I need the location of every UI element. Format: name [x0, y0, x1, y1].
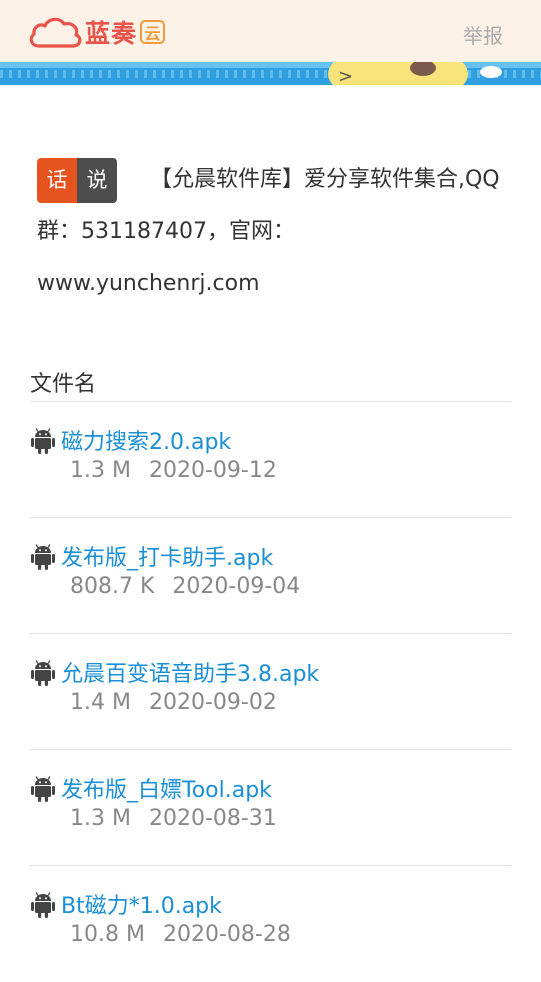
file-name-link[interactable]: 允晨百变语音助手3.8.apk — [61, 656, 319, 688]
file-date: 2020-09-04 — [172, 574, 301, 599]
logo-text: 蓝奏 — [85, 19, 138, 48]
top-bar: 蓝奏 云 举报 — [0, 0, 541, 62]
file-name-link[interactable]: 发布版_白嫖Tool.apk — [61, 772, 272, 804]
file-row[interactable]: 允晨百变语音助手3.8.apk 1.4 M 2020-09-02 — [30, 634, 511, 750]
file-date: 2020-08-28 — [162, 922, 291, 947]
file-date: 2020-08-31 — [148, 806, 277, 831]
file-meta: 1.3 M 2020-09-12 — [70, 458, 277, 483]
android-icon — [31, 775, 55, 803]
file-size: 1.3 M — [70, 458, 131, 483]
report-link[interactable]: 举报 — [463, 20, 503, 49]
android-icon — [31, 659, 55, 687]
file-meta: 10.8 M 2020-08-28 — [70, 922, 291, 947]
file-name-link[interactable]: 发布版_打卡助手.apk — [61, 540, 273, 572]
file-date: 2020-09-02 — [148, 690, 277, 715]
file-row[interactable]: 发布版_白嫖Tool.apk 1.3 M 2020-08-31 — [30, 750, 511, 866]
banner-image: > — [0, 62, 541, 85]
file-name-link[interactable]: Bt磁力*1.0.apk — [61, 888, 222, 920]
android-icon — [31, 891, 55, 919]
file-size: 10.8 M — [70, 922, 145, 947]
talk-tag-right: 说 — [77, 158, 117, 203]
file-name-link[interactable]: 磁力搜索2.0.apk — [61, 424, 231, 456]
file-list: 磁力搜索2.0.apk 1.3 M 2020-09-12 发布版_打卡助手.apk… — [30, 402, 511, 982]
android-icon — [31, 543, 55, 571]
file-row[interactable]: 磁力搜索2.0.apk 1.3 M 2020-09-12 — [30, 402, 511, 518]
talk-tag-left: 话 — [37, 158, 77, 203]
file-meta: 1.4 M 2020-09-02 — [70, 690, 277, 715]
file-size: 1.4 M — [70, 690, 131, 715]
android-icon — [31, 427, 55, 455]
file-size: 808.7 K — [70, 574, 155, 599]
file-size: 1.3 M — [70, 806, 131, 831]
file-meta: 1.3 M 2020-08-31 — [70, 806, 277, 831]
lanzou-logo[interactable]: 蓝奏 云 — [27, 14, 166, 50]
logo-badge: 云 — [140, 20, 166, 44]
file-date: 2020-09-12 — [148, 458, 277, 483]
cloud-icon — [29, 17, 82, 48]
share-description: 话说 【允晨软件库】爱分享软件集合,QQ群：531187407，官网：www.y… — [37, 154, 507, 310]
talk-tag: 话说 — [37, 155, 117, 203]
file-meta: 808.7 K 2020-09-04 — [70, 574, 300, 599]
file-row[interactable]: 发布版_打卡助手.apk 808.7 K 2020-09-04 — [30, 518, 511, 634]
file-column-header: 文件名 — [30, 366, 511, 402]
